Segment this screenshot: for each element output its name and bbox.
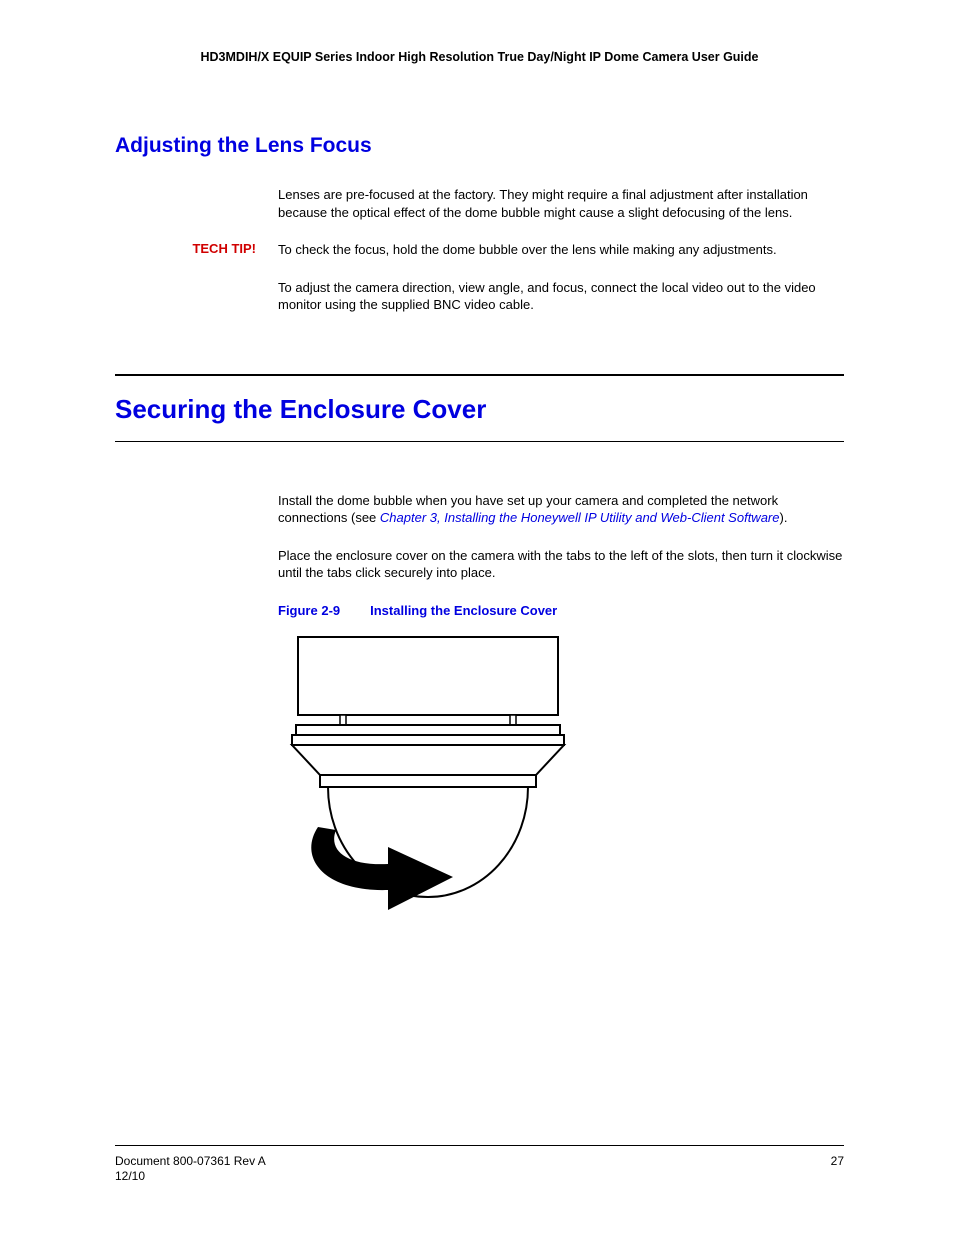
text: ).	[780, 510, 788, 525]
figure-number: Figure 2-9	[278, 603, 340, 618]
tech-tip-row: TECH TIP! To check the focus, hold the d…	[115, 241, 844, 259]
page-number: 27	[831, 1154, 844, 1185]
figure-title: Installing the Enclosure Cover	[370, 603, 557, 618]
document-number: Document 800-07361 Rev A	[115, 1154, 266, 1170]
cross-reference-link[interactable]: Chapter 3, Installing the Honeywell IP U…	[380, 510, 780, 525]
dome-camera-icon	[278, 632, 578, 922]
tech-tip-label: TECH TIP!	[115, 241, 278, 259]
tech-tip-body: To check the focus, hold the dome bubble…	[278, 241, 844, 259]
figure-caption: Figure 2-9 Installing the Enclosure Cover	[278, 602, 844, 620]
document-date: 12/10	[115, 1169, 266, 1185]
figure-enclosure-cover	[278, 632, 844, 927]
heading-adjusting-lens-focus: Adjusting the Lens Focus	[115, 134, 844, 158]
paragraph: Install the dome bubble when you have se…	[278, 492, 844, 527]
page-footer: Document 800-07361 Rev A 12/10 27	[115, 1145, 844, 1185]
paragraph: Place the enclosure cover on the camera …	[278, 547, 844, 582]
paragraph: Lenses are pre-focused at the factory. T…	[278, 186, 844, 221]
running-header: HD3MDIH/X EQUIP Series Indoor High Resol…	[115, 50, 844, 64]
paragraph: To adjust the camera direction, view ang…	[278, 279, 844, 314]
heading-securing-enclosure-cover: Securing the Enclosure Cover	[115, 394, 844, 425]
